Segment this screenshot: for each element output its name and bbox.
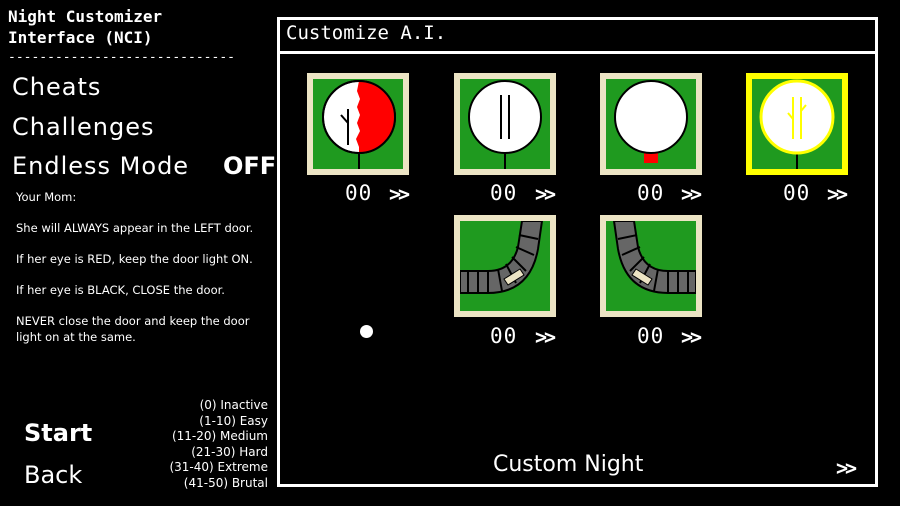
nci-title: Night Customizer Interface (NCI) (8, 7, 163, 47)
character-description: Your Mom: She will ALWAYS appear in the … (16, 189, 270, 360)
difficulty-legend: (0) Inactive (1-10) Easy (11-20) Medium … (169, 398, 268, 492)
blank-face-icon (614, 80, 688, 163)
left-vent-pipe-icon (460, 221, 544, 294)
ai-value: 00 (490, 324, 518, 348)
ai-value: 00 (637, 324, 665, 348)
ai-value: 00 (490, 181, 518, 205)
ai-card-right-vent[interactable] (600, 215, 702, 317)
right-vent-pipe-icon (612, 221, 696, 294)
cursor-dot (360, 325, 373, 338)
difficulty-level: (11-20) Medium (171, 429, 268, 444)
ai-increase-arrow[interactable]: >> (681, 325, 702, 349)
yellow-crack-face-icon (759, 79, 835, 169)
ai-value: 00 (345, 181, 373, 205)
start-button[interactable]: Start (24, 419, 92, 447)
double-line-face-icon (468, 80, 542, 169)
ai-increase-arrow[interactable]: >> (681, 182, 702, 206)
ai-card-double-line[interactable] (454, 73, 556, 175)
ai-increase-arrow[interactable]: >> (827, 182, 848, 206)
difficulty-level: (31-40) Extreme (169, 460, 268, 475)
description-line: NEVER close the door and keep the door l… (16, 314, 250, 344)
difficulty-level: (41-50) Brutal (183, 475, 268, 490)
challenges-menu-item[interactable]: Challenges (12, 113, 155, 141)
difficulty-level: (1-10) Easy (199, 413, 268, 428)
description-line: Your Mom: (16, 190, 77, 204)
ai-increase-arrow[interactable]: >> (389, 182, 410, 206)
ai-card-left-vent[interactable] (454, 215, 556, 317)
description-line: If her eye is BLACK, CLOSE the door. (16, 283, 225, 297)
description-line: She will ALWAYS appear in the LEFT door. (16, 221, 254, 235)
ai-increase-arrow[interactable]: >> (535, 182, 556, 206)
description-line: If her eye is RED, keep the door light O… (16, 252, 253, 266)
mom-eye-red-icon (322, 80, 396, 169)
endless-mode-menu-item[interactable]: Endless Mode (12, 152, 189, 180)
cheats-menu-item[interactable]: Cheats (12, 73, 101, 101)
ai-value: 00 (637, 181, 665, 205)
ai-increase-arrow[interactable]: >> (535, 325, 556, 349)
difficulty-level: (21-30) Hard (191, 444, 268, 459)
custom-night-label[interactable]: Custom Night (493, 452, 643, 477)
panel-title: Customize A.I. (286, 22, 447, 44)
ai-card-yellow[interactable] (746, 73, 848, 175)
custom-night-next-arrow[interactable]: >> (836, 456, 857, 480)
difficulty-level: (0) Inactive (199, 398, 268, 412)
back-button[interactable]: Back (24, 461, 82, 489)
endless-mode-toggle[interactable]: OFF (223, 152, 276, 180)
ai-card-blank[interactable] (600, 73, 702, 175)
ai-value: 00 (783, 181, 811, 205)
ai-card-mom[interactable] (307, 73, 409, 175)
title-divider: ----------------------------- (8, 50, 235, 65)
